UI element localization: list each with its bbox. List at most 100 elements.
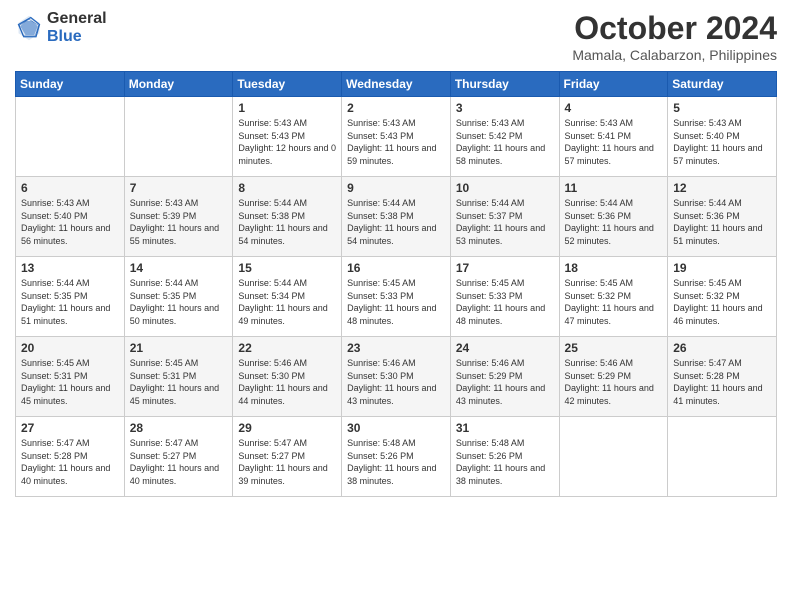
day-info: Sunrise: 5:45 AMSunset: 5:33 PMDaylight:…: [347, 277, 445, 327]
weekday-header: SundayMondayTuesdayWednesdayThursdayFrid…: [16, 72, 777, 97]
calendar-day-cell: 1 Sunrise: 5:43 AMSunset: 5:43 PMDaylight…: [233, 97, 342, 177]
calendar-day-cell: 25 Sunrise: 5:46 AMSunset: 5:29 PMDayligh…: [559, 337, 668, 417]
day-info: Sunrise: 5:43 AMSunset: 5:40 PMDaylight:…: [21, 197, 119, 247]
weekday-header-cell: Thursday: [450, 72, 559, 97]
day-number: 28: [130, 421, 228, 435]
title-block: October 2024 Mamala, Calabarzon, Philipp…: [572, 10, 777, 63]
calendar-day-cell: [16, 97, 125, 177]
day-info: Sunrise: 5:45 AMSunset: 5:33 PMDaylight:…: [456, 277, 554, 327]
weekday-header-cell: Monday: [124, 72, 233, 97]
calendar-day-cell: 9Sunrise: 5:44 AMSunset: 5:38 PMDaylight…: [342, 177, 451, 257]
logo-general: General: [47, 10, 107, 28]
calendar-day-cell: 28 Sunrise: 5:47 AMSunset: 5:27 PMDayligh…: [124, 417, 233, 497]
calendar-day-cell: [124, 97, 233, 177]
calendar-day-cell: 21 Sunrise: 5:45 AMSunset: 5:31 PMDayligh…: [124, 337, 233, 417]
day-number: 17: [456, 261, 554, 275]
calendar-day-cell: 24Sunrise: 5:46 AMSunset: 5:29 PMDayligh…: [450, 337, 559, 417]
calendar-day-cell: 20Sunrise: 5:45 AMSunset: 5:31 PMDayligh…: [16, 337, 125, 417]
calendar-week-row: 27 Sunrise: 5:47 AMSunset: 5:28 PMDayligh…: [16, 417, 777, 497]
location-title: Mamala, Calabarzon, Philippines: [572, 47, 777, 63]
day-number: 24: [456, 341, 554, 355]
logo-blue: Blue: [47, 28, 107, 46]
day-number: 20: [21, 341, 119, 355]
calendar-day-cell: 26Sunrise: 5:47 AMSunset: 5:28 PMDayligh…: [668, 337, 777, 417]
day-number: 1: [238, 101, 336, 115]
calendar-week-row: 13Sunrise: 5:44 AMSunset: 5:35 PMDayligh…: [16, 257, 777, 337]
day-number: 6: [21, 181, 119, 195]
day-number: 21: [130, 341, 228, 355]
day-number: 12: [673, 181, 771, 195]
day-info: Sunrise: 5:45 AMSunset: 5:31 PMDaylight:…: [130, 357, 228, 407]
day-number: 18: [565, 261, 663, 275]
calendar-day-cell: 31 Sunrise: 5:48 AMSunset: 5:26 PMDayligh…: [450, 417, 559, 497]
logo-icon: [15, 14, 43, 42]
calendar-day-cell: 18Sunrise: 5:45 AMSunset: 5:32 PMDayligh…: [559, 257, 668, 337]
day-info: Sunrise: 5:44 AMSunset: 5:36 PMDaylight:…: [673, 197, 771, 247]
day-info: Sunrise: 5:43 AMSunset: 5:41 PMDaylight:…: [565, 117, 663, 167]
calendar-day-cell: 27 Sunrise: 5:47 AMSunset: 5:28 PMDayligh…: [16, 417, 125, 497]
day-number: 8: [238, 181, 336, 195]
weekday-header-cell: Saturday: [668, 72, 777, 97]
calendar-day-cell: 6 Sunrise: 5:43 AMSunset: 5:40 PMDaylight…: [16, 177, 125, 257]
page: General Blue October 2024 Mamala, Calaba…: [0, 0, 792, 612]
day-info: Sunrise: 5:43 AMSunset: 5:42 PMDaylight:…: [456, 117, 554, 167]
day-number: 30: [347, 421, 445, 435]
day-info: Sunrise: 5:44 AMSunset: 5:38 PMDaylight:…: [238, 197, 336, 247]
day-info: Sunrise: 5:44 AMSunset: 5:37 PMDaylight:…: [456, 197, 554, 247]
calendar-day-cell: 30Sunrise: 5:48 AMSunset: 5:26 PMDayligh…: [342, 417, 451, 497]
calendar-day-cell: 4 Sunrise: 5:43 AMSunset: 5:41 PMDaylight…: [559, 97, 668, 177]
day-number: 29: [238, 421, 336, 435]
day-number: 2: [347, 101, 445, 115]
weekday-header-cell: Tuesday: [233, 72, 342, 97]
day-info: Sunrise: 5:44 AMSunset: 5:36 PMDaylight:…: [565, 197, 663, 247]
day-info: Sunrise: 5:47 AMSunset: 5:28 PMDaylight:…: [673, 357, 771, 407]
weekday-header-cell: Friday: [559, 72, 668, 97]
day-number: 7: [130, 181, 228, 195]
calendar-day-cell: [668, 417, 777, 497]
day-info: Sunrise: 5:44 AMSunset: 5:38 PMDaylight:…: [347, 197, 445, 247]
weekday-header-cell: Sunday: [16, 72, 125, 97]
day-number: 14: [130, 261, 228, 275]
weekday-header-cell: Wednesday: [342, 72, 451, 97]
calendar-week-row: 1 Sunrise: 5:43 AMSunset: 5:43 PMDaylight…: [16, 97, 777, 177]
day-number: 5: [673, 101, 771, 115]
calendar-day-cell: [559, 417, 668, 497]
day-info: Sunrise: 5:44 AMSunset: 5:34 PMDaylight:…: [238, 277, 336, 327]
day-number: 16: [347, 261, 445, 275]
day-number: 19: [673, 261, 771, 275]
day-info: Sunrise: 5:47 AMSunset: 5:28 PMDaylight:…: [21, 437, 119, 487]
day-info: Sunrise: 5:47 AMSunset: 5:27 PMDaylight:…: [238, 437, 336, 487]
day-number: 11: [565, 181, 663, 195]
calendar-day-cell: 15 Sunrise: 5:44 AMSunset: 5:34 PMDayligh…: [233, 257, 342, 337]
day-info: Sunrise: 5:43 AMSunset: 5:40 PMDaylight:…: [673, 117, 771, 167]
calendar-day-cell: 17 Sunrise: 5:45 AMSunset: 5:33 PMDayligh…: [450, 257, 559, 337]
day-info: Sunrise: 5:43 AMSunset: 5:43 PMDaylight:…: [238, 117, 336, 167]
calendar-week-row: 20 Sunrise: 5:45 AMSunset: 5:31 PMDayligh…: [16, 337, 777, 417]
day-info: Sunrise: 5:45 AMSunset: 5:32 PMDaylight:…: [673, 277, 771, 327]
day-info: Sunrise: 5:47 AMSunset: 5:27 PMDaylight:…: [130, 437, 228, 487]
day-number: 3: [456, 101, 554, 115]
calendar-day-cell: 8 Sunrise: 5:44 AMSunset: 5:38 PMDaylight…: [233, 177, 342, 257]
calendar-day-cell: 23Sunrise: 5:46 AMSunset: 5:30 PMDayligh…: [342, 337, 451, 417]
day-info: Sunrise: 5:46 AMSunset: 5:29 PMDaylight:…: [565, 357, 663, 407]
calendar-day-cell: 5 Sunrise: 5:43 AMSunset: 5:40 PMDaylight…: [668, 97, 777, 177]
day-number: 25: [565, 341, 663, 355]
day-number: 4: [565, 101, 663, 115]
day-info: Sunrise: 5:44 AMSunset: 5:35 PMDaylight:…: [130, 277, 228, 327]
calendar-day-cell: 2 Sunrise: 5:43 AMSunset: 5:43 PMDaylight…: [342, 97, 451, 177]
calendar-day-cell: 14 Sunrise: 5:44 AMSunset: 5:35 PMDayligh…: [124, 257, 233, 337]
day-number: 27: [21, 421, 119, 435]
calendar-day-cell: 16 Sunrise: 5:45 AMSunset: 5:33 PMDayligh…: [342, 257, 451, 337]
day-info: Sunrise: 5:48 AMSunset: 5:26 PMDaylight:…: [456, 437, 554, 487]
logo-text: General Blue: [47, 10, 107, 45]
calendar-day-cell: 19 Sunrise: 5:45 AMSunset: 5:32 PMDayligh…: [668, 257, 777, 337]
day-info: Sunrise: 5:46 AMSunset: 5:30 PMDaylight:…: [238, 357, 336, 407]
calendar-day-cell: 11 Sunrise: 5:44 AMSunset: 5:36 PMDayligh…: [559, 177, 668, 257]
day-info: Sunrise: 5:43 AMSunset: 5:39 PMDaylight:…: [130, 197, 228, 247]
day-number: 15: [238, 261, 336, 275]
day-info: Sunrise: 5:43 AMSunset: 5:43 PMDaylight:…: [347, 117, 445, 167]
day-number: 31: [456, 421, 554, 435]
calendar-day-cell: 7 Sunrise: 5:43 AMSunset: 5:39 PMDaylight…: [124, 177, 233, 257]
logo: General Blue: [15, 10, 107, 45]
calendar-day-cell: 29 Sunrise: 5:47 AMSunset: 5:27 PMDayligh…: [233, 417, 342, 497]
